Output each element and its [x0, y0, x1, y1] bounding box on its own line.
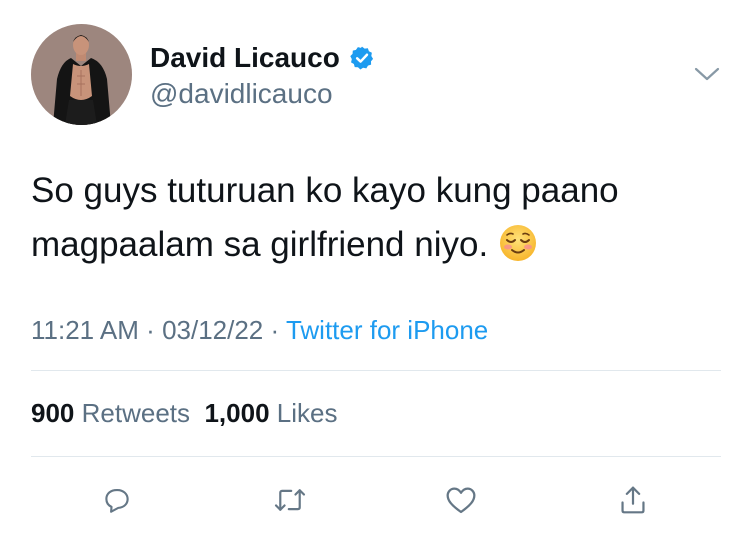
chevron-down-icon[interactable] [693, 64, 721, 84]
tweet-source-link[interactable]: Twitter for iPhone [286, 315, 488, 345]
tweet-stats: 900 Retweets 1,000 Likes [31, 398, 337, 429]
retweets-stat[interactable]: 900 Retweets [31, 398, 190, 428]
tweet-meta: 11:21 AM · 03/12/22 · Twitter for iPhone [31, 315, 488, 346]
tweet-time: 11:21 AM [31, 315, 139, 345]
like-button[interactable] [441, 480, 481, 520]
tweet-text-line-1: So guys tuturuan ko kayo kung paano [31, 171, 619, 210]
smiling-face-icon [498, 223, 538, 263]
likes-label: Likes [276, 398, 338, 428]
likes-stat[interactable]: 1,000 Likes [204, 398, 337, 428]
retweet-icon [274, 489, 306, 511]
author-name-row[interactable]: David Licauco [150, 40, 375, 76]
retweets-count: 900 [31, 398, 75, 428]
author-handle[interactable]: @davidlicauco [150, 78, 333, 110]
reply-button[interactable] [97, 480, 137, 520]
avatar[interactable] [31, 24, 132, 125]
author-display-name[interactable]: David Licauco [150, 42, 340, 74]
tweet-date: 03/12/22 [162, 315, 264, 345]
retweets-label: Retweets [81, 398, 191, 428]
divider [31, 370, 721, 371]
retweet-button[interactable] [270, 480, 310, 520]
meta-separator: · [146, 315, 163, 345]
verified-badge-icon [349, 45, 375, 71]
tweet-text-line-2: magpaalam sa girlfriend niyo. [31, 225, 489, 264]
reply-icon [105, 488, 129, 513]
share-button[interactable] [613, 480, 653, 520]
likes-count: 1,000 [204, 398, 270, 428]
meta-separator: · [270, 315, 286, 345]
divider [31, 456, 721, 457]
heart-icon [446, 487, 476, 514]
share-icon [621, 486, 645, 514]
tweet-text: So guys tuturuan ko kayo kung paano magpa… [31, 164, 721, 272]
